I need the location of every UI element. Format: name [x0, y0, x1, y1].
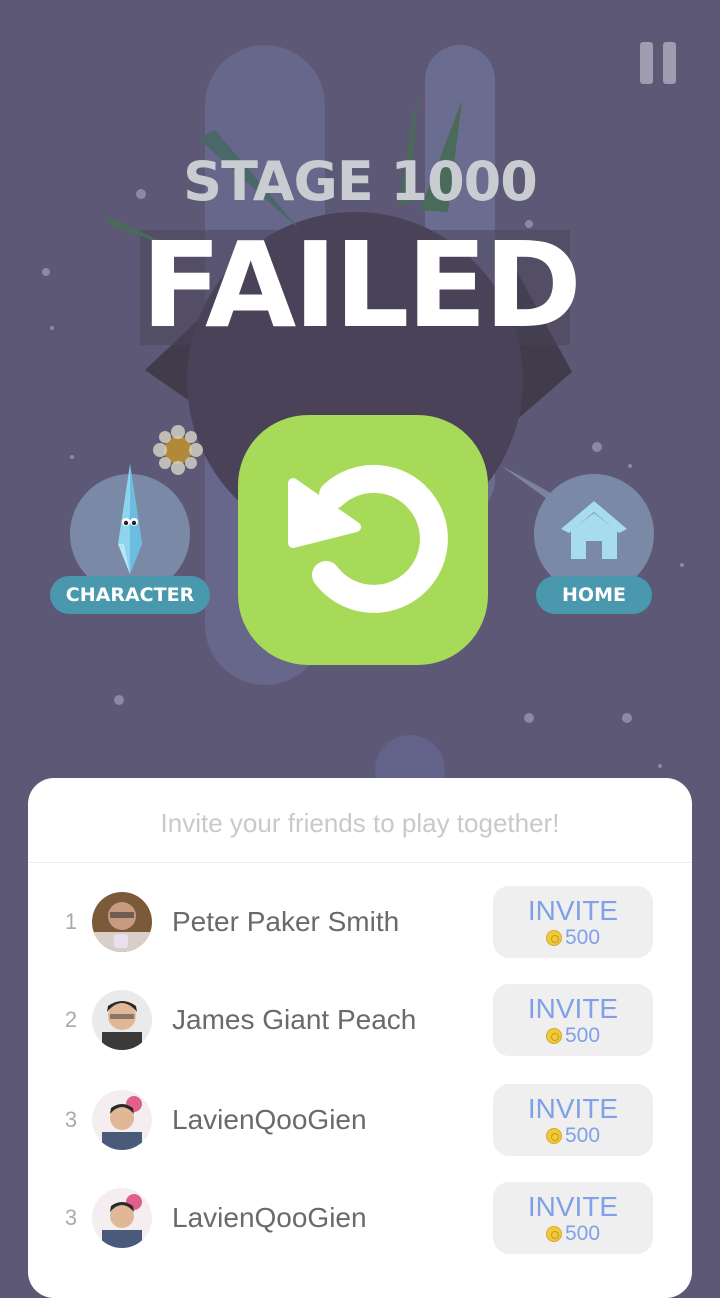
invite-reward-value: 500	[564, 1124, 601, 1147]
invite-reward: 500	[493, 926, 653, 950]
retry-button[interactable]	[238, 415, 488, 665]
invite-label: INVITE	[527, 1093, 619, 1124]
invite-button[interactable]: INVITE 500	[493, 1084, 653, 1156]
friend-row: 3 LavienQooGien INVITE 500	[28, 1080, 692, 1160]
pause-button[interactable]	[640, 42, 676, 84]
invite-reward: 500	[493, 1222, 653, 1246]
invite-button[interactable]: INVITE 500	[493, 984, 653, 1056]
friend-name: LavienQooGien	[172, 1104, 367, 1135]
friend-rank: 3	[64, 1205, 78, 1230]
invite-panel-title: Invite your friends to play together!	[28, 778, 692, 863]
avatar	[92, 1090, 152, 1150]
pause-icon-bar	[663, 42, 676, 84]
character-icon	[118, 464, 142, 574]
friend-name: Peter Paker Smith	[172, 906, 400, 937]
friend-rank: 3	[64, 1107, 78, 1132]
invite-button[interactable]: INVITE 500	[493, 886, 653, 958]
result-title: FAILED	[140, 216, 582, 354]
avatar	[92, 990, 152, 1050]
coin-icon	[545, 1028, 562, 1044]
friend-row: 1 Peter Paker Smith INVITE 500	[28, 882, 692, 962]
character-button-label: CHARACTER	[50, 576, 210, 614]
friend-name: LavienQooGien	[172, 1202, 367, 1233]
coin-icon	[545, 930, 562, 946]
invite-label: INVITE	[527, 993, 619, 1024]
invite-reward-value: 500	[564, 1024, 601, 1047]
character-button[interactable]: CHARACTER	[50, 464, 210, 624]
friend-rank: 2	[64, 1007, 78, 1032]
home-icon	[561, 501, 627, 559]
invite-button[interactable]: INVITE 500	[493, 1182, 653, 1254]
home-button[interactable]: HOME	[514, 474, 674, 624]
friend-rank: 1	[64, 909, 78, 934]
invite-reward-value: 500	[564, 1222, 601, 1245]
invite-reward: 500	[493, 1124, 653, 1148]
avatar	[92, 892, 152, 952]
invite-label: INVITE	[527, 895, 619, 926]
friend-name: James Giant Peach	[172, 1004, 417, 1035]
invite-reward: 500	[493, 1024, 653, 1048]
avatar	[92, 1188, 152, 1248]
pause-icon	[640, 42, 653, 84]
home-button-label: HOME	[536, 576, 652, 614]
invite-reward-value: 500	[564, 926, 601, 949]
friend-row: 3 LavienQooGien INVITE 500	[28, 1178, 692, 1258]
invite-panel: Invite your friends to play together! 1 …	[28, 778, 692, 1298]
coin-icon	[545, 1226, 562, 1242]
stage-label: STAGE 1000	[183, 150, 538, 213]
retry-icon	[288, 464, 448, 613]
invite-label: INVITE	[527, 1191, 619, 1222]
friend-row: 2 James Giant Peach INVITE 500	[28, 980, 692, 1060]
coin-icon	[545, 1128, 562, 1144]
